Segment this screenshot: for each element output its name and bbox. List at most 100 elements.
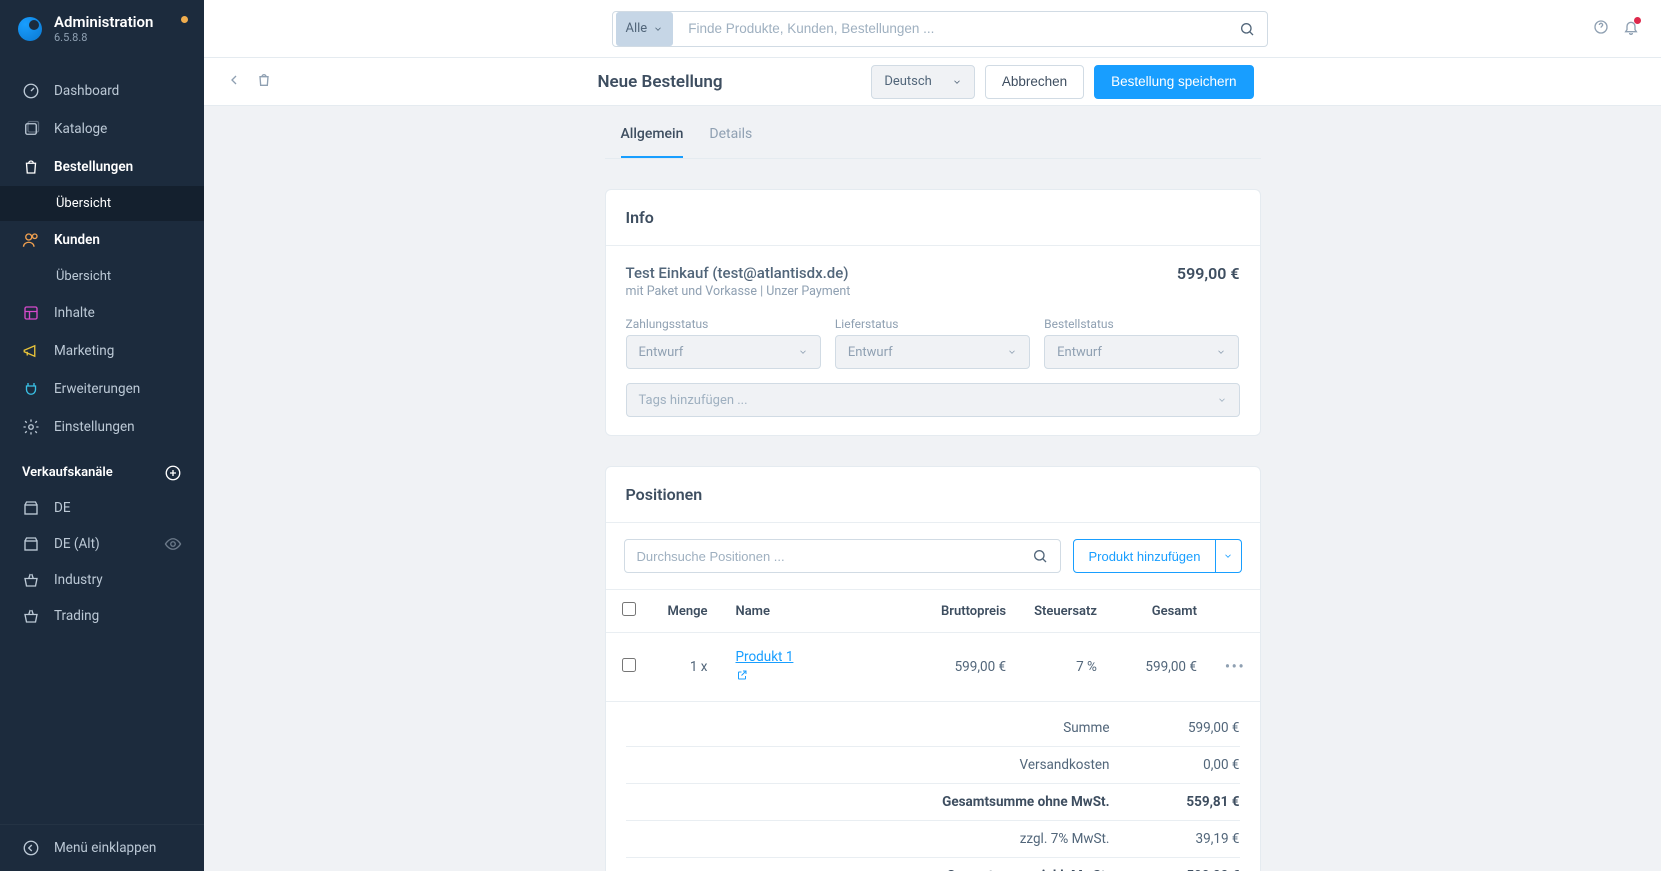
breadcrumb-icon [256, 72, 272, 92]
row-qty: 1 x [652, 633, 722, 702]
nav-dashboard[interactable]: Dashboard [0, 72, 204, 110]
summary-row: Gesamtsumme ohne MwSt.559,81 € [626, 784, 1240, 821]
topbar: Alle [204, 0, 1661, 58]
channel-item[interactable]: Trading [0, 598, 204, 634]
table-row: 1 x Produkt 1 599,00 € 7 % 599,00 € ••• [606, 633, 1260, 702]
row-checkbox[interactable] [622, 658, 636, 672]
app-version: 6.5.8.8 [54, 31, 153, 44]
add-product-dropdown[interactable] [1216, 539, 1242, 573]
gear-icon [22, 418, 40, 436]
chevron-down-icon [1217, 395, 1227, 405]
basket-icon [22, 571, 40, 589]
order-status-label: Bestellstatus [1044, 317, 1239, 331]
row-total: 599,00 € [1111, 633, 1211, 702]
page-title: Neue Bestellung [598, 72, 723, 92]
col-name: Name [722, 590, 921, 633]
help-button[interactable] [1593, 19, 1609, 39]
positions-table: Menge Name Bruttopreis Steuersatz Gesamt [606, 589, 1260, 702]
nav-content[interactable]: Inhalte [0, 294, 204, 332]
search-button[interactable] [1227, 12, 1267, 46]
nav-catalogs[interactable]: Kataloge [0, 110, 204, 148]
channel-item[interactable]: DE (Alt) [0, 526, 204, 562]
storefront-icon [22, 535, 40, 553]
nav-orders[interactable]: Bestellungen [0, 148, 204, 186]
info-header: Info [606, 190, 1260, 246]
channel-label: Industry [54, 572, 103, 588]
nav-label: Marketing [54, 343, 114, 359]
channel-item[interactable]: DE [0, 490, 204, 526]
external-link-icon[interactable] [736, 669, 748, 685]
plug-icon [22, 380, 40, 398]
nav-customers-overview[interactable]: Übersicht [0, 259, 204, 294]
cancel-button[interactable]: Abbrechen [985, 65, 1084, 99]
row-tax: 7 % [1020, 633, 1111, 702]
order-status-select[interactable]: Entwurf [1044, 335, 1239, 369]
channel-label: Trading [54, 608, 99, 624]
nav-customers[interactable]: Kunden [0, 221, 204, 259]
chevron-down-icon [798, 347, 808, 357]
row-actions-button[interactable]: ••• [1225, 659, 1246, 675]
main: Alle Neue Bestellung [204, 0, 1661, 871]
summary-row: Versandkosten0,00 € [626, 747, 1240, 784]
positions-search-wrap [624, 539, 1062, 573]
summary-row: Summe599,00 € [626, 710, 1240, 747]
nav-label: Übersicht [56, 269, 111, 284]
tab-details[interactable]: Details [709, 112, 752, 158]
row-gross: 599,00 € [920, 633, 1020, 702]
bag-icon [256, 72, 272, 88]
channel-item[interactable]: Industry [0, 562, 204, 598]
search-scope-selector[interactable]: Alle [616, 12, 674, 46]
summary-row: zzgl. 7% MwSt.39,19 € [626, 821, 1240, 858]
positions-search-input[interactable] [637, 549, 1033, 564]
save-button[interactable]: Bestellung speichern [1094, 65, 1253, 99]
info-card: Info Test Einkauf (test@atlantisdx.de) m… [605, 189, 1261, 436]
positions-card: Positionen Produkt hinzufügen [605, 466, 1261, 871]
gauge-icon [22, 82, 40, 100]
search-input[interactable] [676, 21, 1226, 36]
nav-extensions[interactable]: Erweiterungen [0, 370, 204, 408]
positions-header: Positionen [606, 467, 1260, 523]
nav-label: Erweiterungen [54, 381, 140, 397]
col-gross: Bruttopreis [920, 590, 1020, 633]
chevron-down-icon [653, 24, 663, 34]
col-total: Gesamt [1111, 590, 1211, 633]
nav-marketing[interactable]: Marketing [0, 332, 204, 370]
shipping-status-select[interactable]: Entwurf [835, 335, 1030, 369]
nav-label: Kataloge [54, 121, 107, 137]
nav-orders-overview[interactable]: Übersicht [0, 186, 204, 221]
nav-settings[interactable]: Einstellungen [0, 408, 204, 446]
tab-general[interactable]: Allgemein [621, 112, 684, 158]
users-icon [22, 231, 40, 249]
channel-label: DE [54, 500, 71, 516]
payment-status-select[interactable]: Entwurf [626, 335, 821, 369]
chevron-down-icon [1223, 551, 1233, 561]
back-button[interactable] [226, 72, 242, 92]
help-icon [1593, 19, 1609, 35]
nav-label: Einstellungen [54, 419, 135, 435]
page-header: Neue Bestellung Deutsch Abbrechen Bestel… [204, 58, 1661, 106]
collapse-menu[interactable]: Menü einklappen [0, 824, 204, 871]
chevron-left-icon [226, 72, 242, 88]
notifications-button[interactable] [1623, 19, 1639, 39]
plus-circle-icon[interactable] [164, 464, 182, 482]
nav-label: Dashboard [54, 83, 119, 99]
eye-icon [164, 535, 182, 553]
add-product-button[interactable]: Produkt hinzufügen [1073, 539, 1215, 573]
sidebar-header: Administration 6.5.8.8 [0, 0, 204, 58]
shipping-status-label: Lieferstatus [835, 317, 1030, 331]
notification-dot-icon [181, 16, 188, 23]
chevron-down-icon [1216, 347, 1226, 357]
notification-badge-icon [1634, 17, 1641, 24]
customer-name: Test Einkauf (test@atlantisdx.de) [626, 264, 851, 282]
product-link[interactable]: Produkt 1 [736, 649, 794, 665]
layout-icon [22, 304, 40, 322]
select-all-checkbox[interactable] [622, 602, 636, 616]
search-icon [1032, 548, 1048, 564]
customer-sub: mit Paket und Vorkasse | Unzer Payment [626, 284, 851, 299]
basket-icon [22, 607, 40, 625]
nav: Dashboard Kataloge Bestellungen Übersich… [0, 58, 204, 825]
order-total: 599,00 € [1177, 264, 1240, 283]
tags-input[interactable]: Tags hinzufügen ... [626, 383, 1240, 417]
global-search: Alle [612, 11, 1268, 47]
language-select[interactable]: Deutsch [871, 65, 975, 99]
